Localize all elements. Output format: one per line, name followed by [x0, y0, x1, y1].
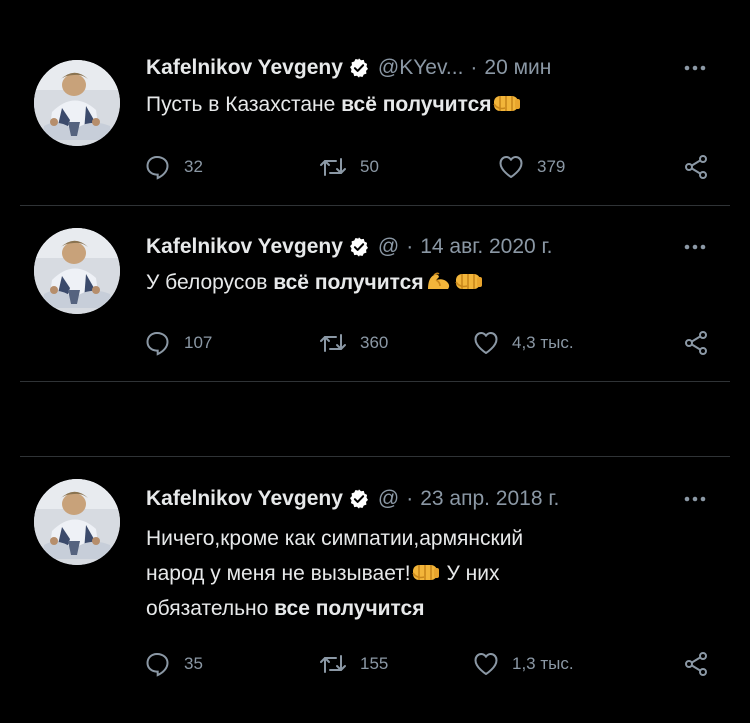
reply-icon [144, 153, 172, 181]
retweet-icon [318, 650, 348, 678]
tweet-time[interactable]: 23 апр. 2018 г. [420, 487, 559, 511]
tweet-text-plain: У белорусов [146, 271, 274, 294]
separator-dot: · [470, 56, 478, 79]
tweet-text-line-2-start: народ у меня не вызывает! [146, 562, 411, 585]
retweet-button[interactable]: 50 [318, 152, 379, 182]
author-name[interactable]: Kafelnikov Yevgeny [146, 235, 343, 259]
reply-count: 35 [184, 654, 203, 673]
retweet-button[interactable]: 360 [318, 328, 388, 358]
tweet-text-line-1: Ничего,кроме как симпатии,армянский [146, 527, 524, 550]
tweet-3[interactable]: Kafelnikov Yevgeny @ · 23 апр. 2018 г. Н… [0, 457, 750, 723]
author-name[interactable]: Kafelnikov Yevgeny [146, 56, 343, 80]
share-icon [682, 650, 710, 678]
retweet-count: 50 [360, 157, 379, 176]
more-icon[interactable] [680, 237, 710, 257]
reply-button[interactable]: 32 [144, 152, 203, 182]
tweet-1[interactable]: Kafelnikov Yevgeny @KYev... · 20 мин Пус… [0, 0, 750, 205]
flexed-biceps-emoji [424, 269, 454, 293]
more-icon[interactable] [680, 58, 710, 78]
tweet-actions: 32 50 379 [0, 152, 750, 182]
tweet-header: Kafelnikov Yevgeny @ · 14 авг. 2020 г. [146, 232, 552, 262]
tweet-actions: 35 155 1,3 тыс. [0, 649, 750, 679]
author-handle[interactable]: @ [378, 487, 399, 511]
share-button[interactable] [682, 152, 722, 182]
reply-button[interactable]: 107 [144, 328, 212, 358]
avatar[interactable] [34, 479, 120, 565]
retweet-button[interactable]: 155 [318, 649, 388, 679]
tweet-text-bold: всё получится [341, 93, 492, 116]
author-name[interactable]: Kafelnikov Yevgeny [146, 487, 343, 511]
like-button[interactable]: 379 [497, 152, 565, 182]
more-icon[interactable] [680, 489, 710, 509]
share-button[interactable] [682, 649, 722, 679]
tweet-header: Kafelnikov Yevgeny @KYev... · 20 мин [146, 53, 551, 83]
verified-badge-icon [348, 57, 370, 79]
like-icon [497, 153, 525, 181]
author-handle[interactable]: @KYev... [378, 56, 464, 80]
separator-dot: · [406, 487, 414, 510]
tweet-header: Kafelnikov Yevgeny @ · 23 апр. 2018 г. [146, 484, 559, 514]
separator-dot: · [406, 235, 414, 258]
retweet-count: 360 [360, 333, 389, 352]
tweet-actions: 107 360 4,3 тыс. [0, 328, 750, 358]
like-count: 379 [537, 157, 566, 176]
fist-emoji [492, 91, 522, 115]
tweet-time[interactable]: 14 авг. 2020 г. [420, 235, 552, 259]
reply-button[interactable]: 35 [144, 649, 203, 679]
like-button[interactable]: 1,3 тыс. [472, 649, 574, 679]
avatar[interactable] [34, 60, 120, 146]
tweet-text-line-3: обязательно все получится [146, 591, 666, 626]
fist-emoji [454, 269, 484, 293]
retweet-icon [318, 329, 348, 357]
like-button[interactable]: 4,3 тыс. [472, 328, 574, 358]
tweet-text: Ничего,кроме как симпатии,армянский наро… [146, 521, 666, 626]
tweet-text-line-2: народ у меня не вызывает! У них [146, 556, 666, 591]
tweet-2[interactable]: Kafelnikov Yevgeny @ · 14 авг. 2020 г. У… [0, 206, 750, 381]
like-count: 4,3 тыс. [512, 333, 574, 352]
reply-icon [144, 650, 172, 678]
retweet-icon [318, 153, 348, 181]
reply-icon [144, 329, 172, 357]
avatar[interactable] [34, 228, 120, 314]
tweet-text: У белорусов всё получится [146, 268, 666, 298]
tweet-text-line-2-end: У них [440, 562, 500, 585]
like-icon [472, 329, 500, 357]
tweet-text-bold: всё получится [273, 271, 424, 294]
share-icon [682, 329, 710, 357]
reply-count: 32 [184, 157, 203, 176]
divider [20, 381, 730, 382]
reply-count: 107 [184, 333, 213, 352]
like-count: 1,3 тыс. [512, 654, 574, 673]
retweet-count: 155 [360, 654, 389, 673]
author-handle[interactable]: @ [378, 235, 399, 259]
tweet-text-plain: обязательно [146, 597, 275, 620]
tweet-text-plain: Пусть в Казахстане [146, 93, 342, 116]
verified-badge-icon [348, 236, 370, 258]
share-icon [682, 153, 710, 181]
tweet-text: Пусть в Казахстане всё получится [146, 90, 666, 120]
tweet-time[interactable]: 20 мин [484, 56, 551, 80]
like-icon [472, 650, 500, 678]
fist-emoji [411, 560, 441, 584]
tweet-text-bold: все получится [274, 597, 425, 620]
verified-badge-icon [348, 488, 370, 510]
share-button[interactable] [682, 328, 722, 358]
